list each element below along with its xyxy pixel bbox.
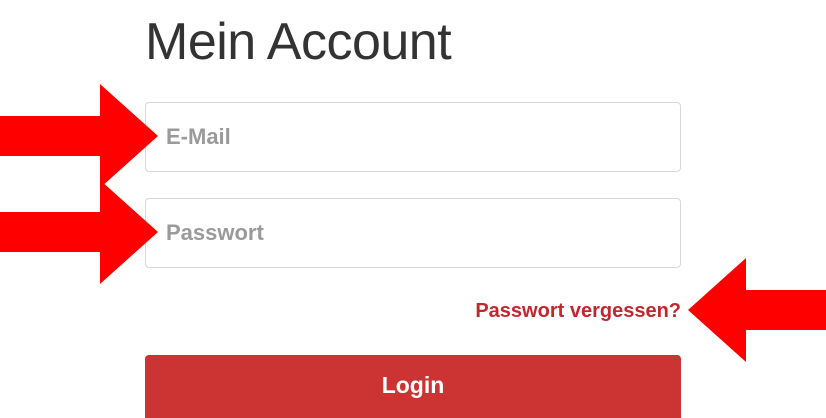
page-title: Mein Account xyxy=(145,13,452,71)
login-button[interactable]: Login xyxy=(145,355,681,418)
arrow-right-icon xyxy=(0,180,158,284)
forgot-password-link[interactable]: Passwort vergessen? xyxy=(475,300,681,323)
arrow-left-icon xyxy=(688,258,826,362)
email-field[interactable] xyxy=(145,102,681,172)
arrow-right-icon xyxy=(0,84,158,188)
login-page: Mein Account Passwort vergessen? Login xyxy=(0,0,826,418)
password-field[interactable] xyxy=(145,198,681,268)
